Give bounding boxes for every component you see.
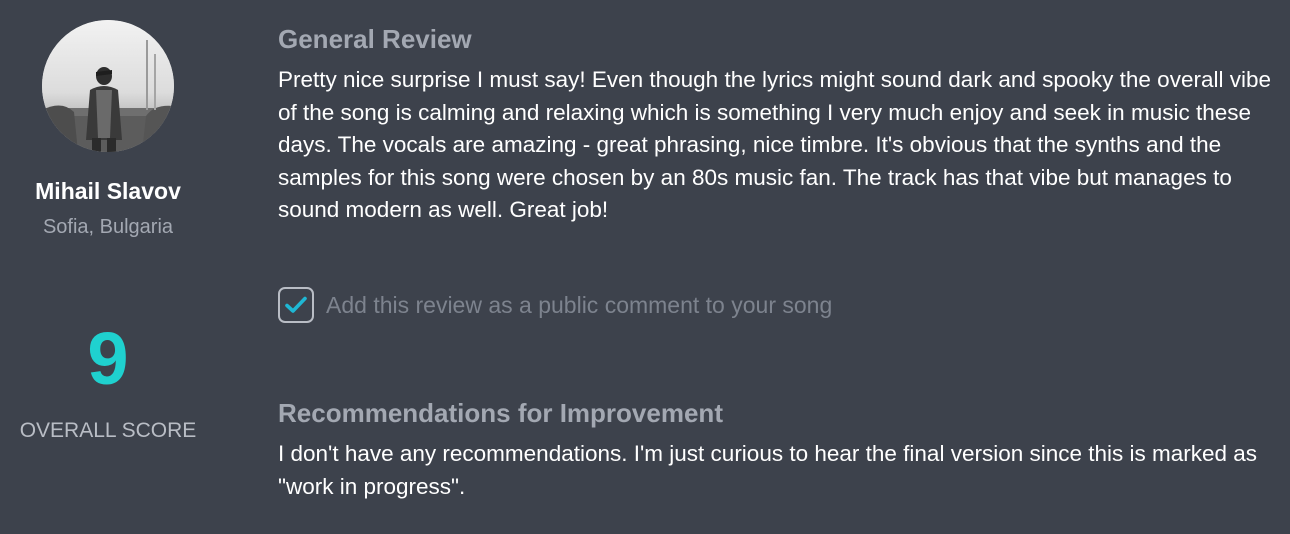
general-review-text: Pretty nice surprise I must say! Even th… — [278, 67, 1271, 222]
person-photo-avatar-icon — [42, 20, 174, 152]
checkmark-icon — [285, 296, 307, 313]
reviewer-panel: Mihail Slavov Sofia, Bulgaria 9 OVERALL … — [0, 0, 216, 534]
overall-score-label: OVERALL SCORE — [19, 419, 197, 442]
public-comment-checkbox[interactable] — [278, 287, 314, 323]
recommendations-heading: Recommendations for Improvement — [278, 398, 723, 428]
overall-score-value: 9 — [87, 317, 129, 400]
review-card: Mihail Slavov Sofia, Bulgaria 9 OVERALL … — [0, 0, 1290, 534]
reviewer-name: Mihail Slavov — [35, 178, 181, 204]
public-comment-toggle[interactable]: Add this review as a public comment to y… — [278, 285, 832, 325]
avatar — [42, 20, 174, 152]
recommendations-text: I don't have any recommendations. I'm ju… — [278, 441, 1258, 499]
general-review-heading: General Review — [278, 24, 472, 54]
reviewer-location: Sofia, Bulgaria — [42, 216, 174, 238]
public-comment-label[interactable]: Add this review as a public comment to y… — [326, 289, 832, 321]
